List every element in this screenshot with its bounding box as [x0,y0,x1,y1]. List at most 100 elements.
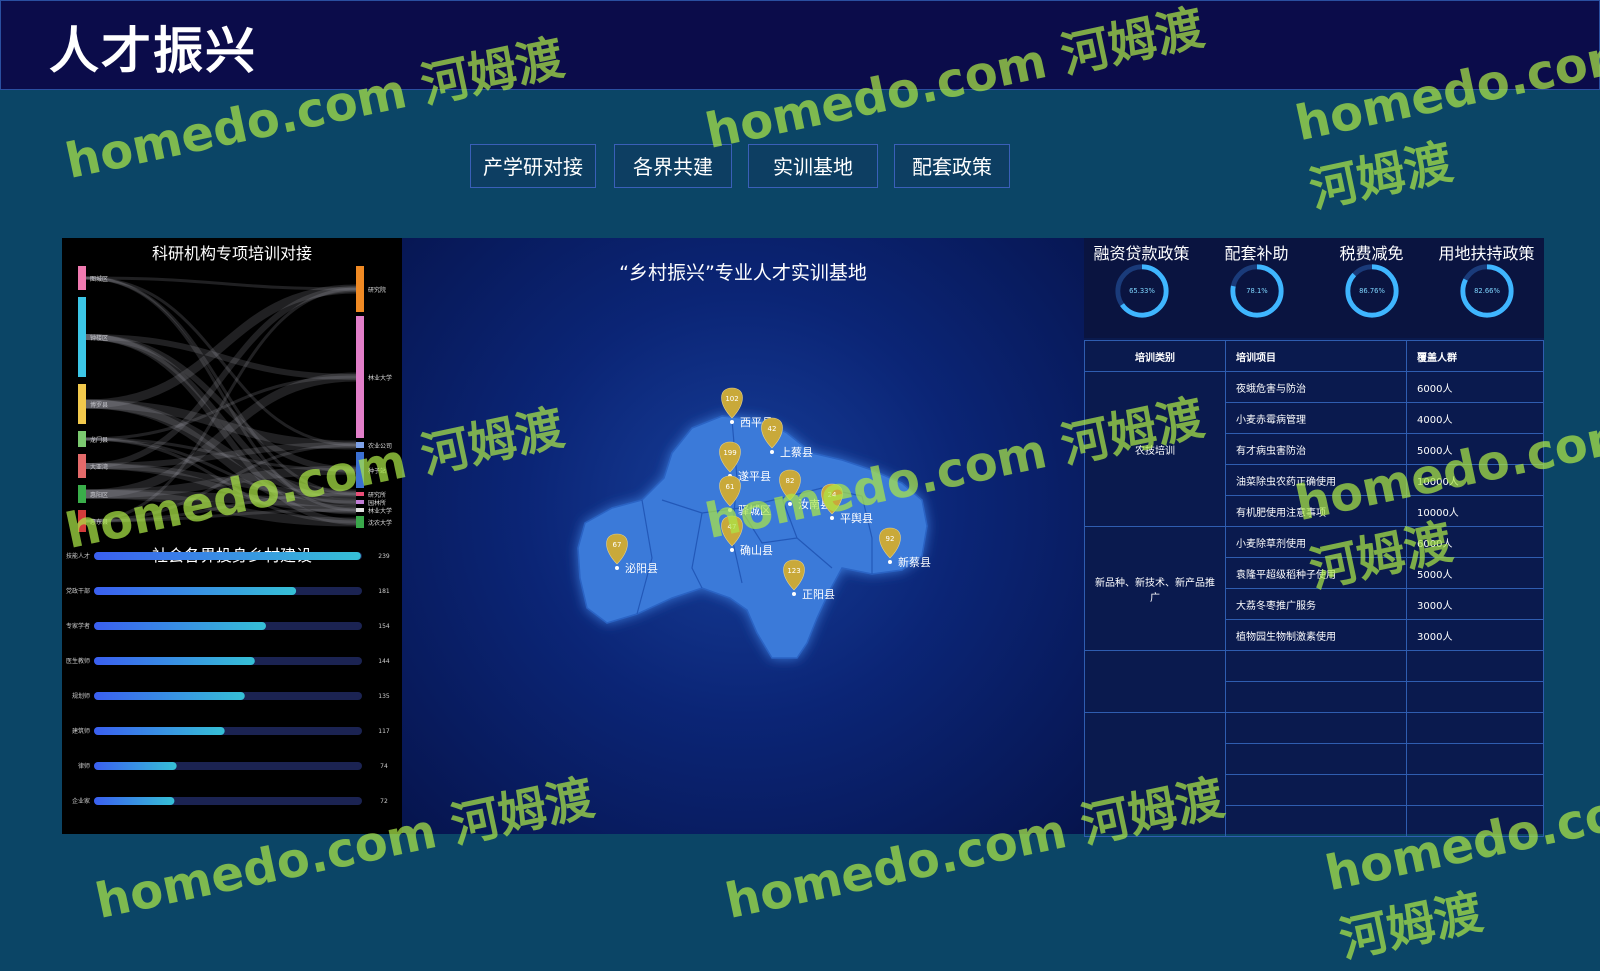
sankey-node-label: 园林所 [368,499,386,507]
table-cell-count: 5000人 [1406,557,1544,589]
marker-value: 123 [787,567,800,575]
table-cell [1406,681,1544,713]
region-map: 102西平县42上蔡县199遂平县61驿城区82汝南县24平舆县47确山县67泌… [577,387,931,659]
left-panel: 科研机构专项培训对接 图城区 钟楼区 博罗县 龙门县 大亚湾 惠阳区 惠东县 研究院 林业大学农… [62,238,402,834]
table-cell-item: 夜蛾危害与防治 [1225,371,1407,403]
marker-value: 42 [768,425,777,433]
policy-gauge: 78.1% [1230,264,1284,318]
bar-value: 117 [378,728,390,735]
policy-item: 用地扶持政策 82.66% [1429,238,1544,338]
bar-value: 135 [378,693,390,700]
policy-value: 82.66% [1474,287,1500,295]
marker-value: 102 [725,395,738,403]
marker-dot [730,548,734,552]
map-panel: “乡村振兴”专业人才实训基地 102 西平县 42 上蔡县 199 遂平县 61 驿城区 82 汝… [402,238,1084,834]
table-cell [1225,712,1407,744]
bar [94,552,361,560]
table-cell-item: 油菜除虫农药正确使用 [1225,464,1407,496]
marker-value: 67 [613,541,622,549]
marker-label: 驿城区 [738,504,771,517]
table-cell-item: 袁隆平超级稻种子使用 [1225,557,1407,589]
table-cell [1225,774,1407,806]
policy-value: 65.33% [1129,287,1155,295]
bar-value: 74 [380,763,388,770]
marker-dot [888,560,892,564]
sankey-node-label: 种子站 [368,467,386,475]
sankey-node-label: 农业公司 [368,442,392,450]
marker-label: 泌阳县 [625,562,658,575]
map-regions [577,415,928,659]
sankey-node [356,508,364,512]
marker-value: 47 [728,523,737,531]
policy-item: 融资贷款政策 65.33% [1084,238,1199,338]
page-header: 人才振兴 [0,0,1600,90]
table-cell-count: 10000人 [1406,464,1544,496]
table-cell [1225,650,1407,682]
policy-label: 融资贷款政策 [1093,244,1190,263]
bar [94,692,245,700]
policy-gauges: 融资贷款政策 65.33% 配套补助 78.1% 税费减免 86.76% 用地扶… [1084,238,1544,338]
table-cell-item: 植物园生物制激素使用 [1225,619,1407,651]
table-cell [1406,774,1544,806]
bar-chart: 技能人才 239 党政干部 181 专家学者 154 医生教师 144 规划师 135 建筑师 117… [66,552,390,805]
table-cell-item: 有机肥使用注意事项 [1225,495,1407,527]
bar-label: 建筑师 [72,727,90,735]
bar [94,622,266,630]
marker-value: 61 [726,483,735,491]
marker-label: 遂平县 [738,469,771,483]
table-category: 农技培训 [1084,371,1226,527]
table-cell [1406,805,1544,837]
map-region[interactable] [577,415,928,659]
table-cell-count: 6000人 [1406,371,1544,403]
bar [94,762,177,770]
sankey-node [78,485,86,503]
sankey-node [78,266,86,290]
policy-label: 配套补助 [1224,244,1289,263]
table-cell-count: 5000人 [1406,433,1544,465]
policy-item: 配套补助 78.1% [1199,238,1314,338]
marker-dot [792,592,796,596]
tab-co-construction[interactable]: 各界共建 [614,144,732,188]
bar-label: 企业家 [72,797,90,805]
sankey-node [356,452,364,488]
tab-industry-research[interactable]: 产学研对接 [470,144,596,188]
marker-label: 确山县 [740,544,773,557]
sankey-node [356,442,364,448]
marker-label: 平舆县 [840,511,873,525]
tab-training-base[interactable]: 实训基地 [748,144,878,188]
bar-label: 技能人才 [66,552,90,560]
policy-value: 78.1% [1246,287,1268,295]
bar-label: 医生教师 [66,657,90,665]
marker-value: 199 [723,449,736,457]
sankey-node [356,516,364,528]
table-cell [1225,805,1407,837]
bar-value: 72 [380,798,388,805]
table-header: 培训项目 [1225,340,1407,372]
marker-dot [730,420,734,424]
marker-value: 24 [828,491,837,499]
table-row: 农技培训 夜蛾危害与防治 6000人 [1084,371,1544,527]
tab-policy[interactable]: 配套政策 [894,144,1010,188]
marker-value: 92 [886,535,895,543]
sankey-node [78,297,86,377]
table-cell-count: 3000人 [1406,619,1544,651]
table-header: 覆盖人群 [1406,340,1544,372]
table-cell-item: 小麦除草剂使用 [1225,526,1407,558]
policy-gauge: 86.76% [1345,264,1399,318]
table-category: 新品种、新技术、新产品推广 [1084,526,1226,651]
bar [94,657,255,665]
sankey-node [356,316,364,438]
table-cell [1406,743,1544,775]
bar-value: 181 [378,588,390,595]
table-cell-item: 有才病虫害防治 [1225,433,1407,465]
sankey-node [78,454,86,478]
sankey-node-label: 研究院 [368,286,386,294]
marker-pin [721,387,743,419]
table-row-empty [1084,712,1544,837]
marker-dot [615,566,619,570]
table-cell-item: 小麦赤霉病管理 [1225,402,1407,434]
bar [94,587,297,595]
table-cell [1225,681,1407,713]
bar-value: 239 [378,553,390,560]
sankey-node [356,500,364,504]
